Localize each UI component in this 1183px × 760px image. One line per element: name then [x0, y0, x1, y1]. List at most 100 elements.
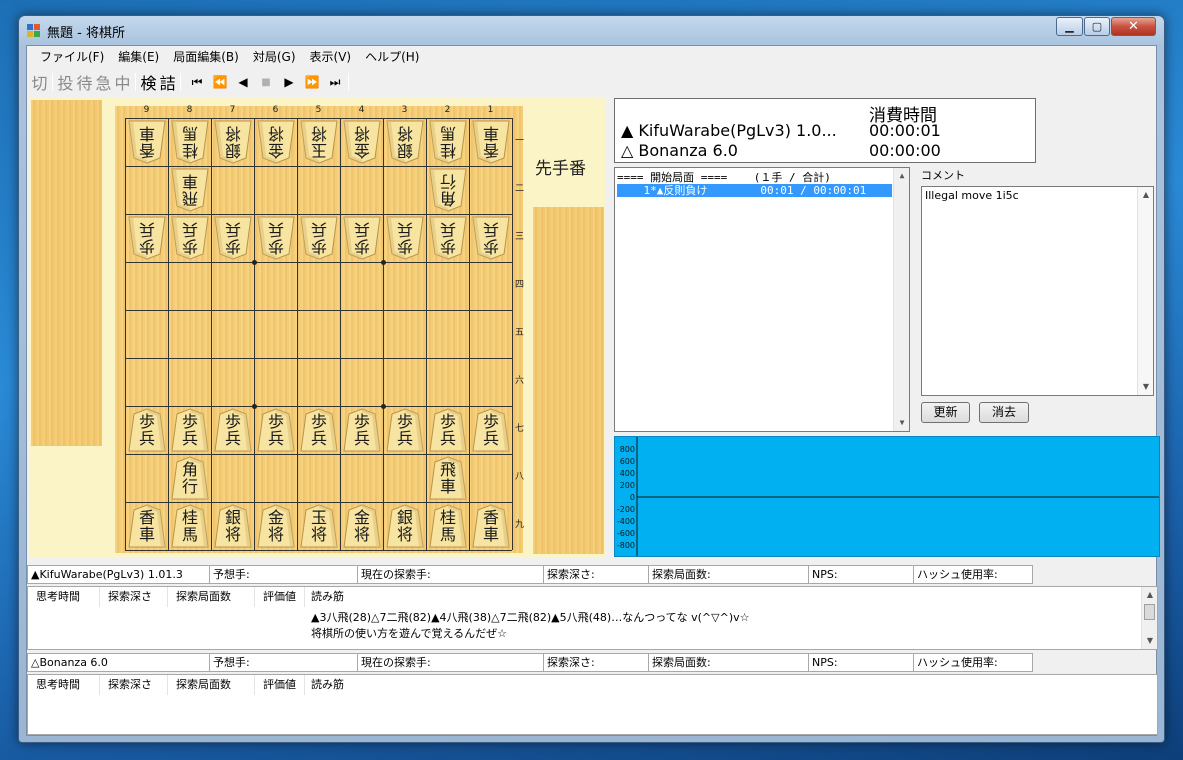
engine2-log[interactable]: 思考時間 探索深さ 探索局面数 評価値 読み筋	[27, 674, 1158, 735]
shogi-piece[interactable]: 歩兵	[214, 408, 252, 452]
graph-y-tick-label: 200	[619, 481, 635, 490]
col-pv[interactable]: 読み筋	[305, 587, 385, 607]
shogi-piece[interactable]: 銀将	[386, 120, 424, 164]
scroll-up-icon[interactable]: ▲	[1142, 587, 1158, 603]
kifu-header-row[interactable]: ==== 開始局面 ==== (１手 / 合計)	[617, 171, 892, 184]
kifu-move-row[interactable]: 1*▲反則負け 00:01 / 00:00:01	[617, 184, 892, 197]
interrupt-button[interactable]: 中	[113, 70, 132, 94]
shogi-piece[interactable]: 桂馬	[429, 120, 467, 164]
comment-textbox[interactable]: Illegal move 1i5c ▲ ▼	[921, 186, 1154, 396]
shogi-piece[interactable]: 歩兵	[386, 216, 424, 260]
shogi-piece[interactable]: 桂馬	[429, 504, 467, 548]
shogi-piece[interactable]: 歩兵	[386, 408, 424, 452]
engine1-log[interactable]: 思考時間 探索深さ 探索局面数 評価値 読み筋 ▲3八飛(28)△7二飛(82)…	[27, 586, 1158, 650]
last-move-icon[interactable]: ⏭	[322, 75, 345, 90]
col-nodes[interactable]: 探索局面数	[168, 675, 255, 695]
shogi-piece[interactable]: 桂馬	[171, 504, 209, 548]
app-icon[interactable]	[27, 24, 41, 37]
engine1-log-scrollbar[interactable]: ▲ ▼	[1141, 587, 1157, 649]
shogi-piece[interactable]: 歩兵	[429, 216, 467, 260]
shogi-piece[interactable]: 歩兵	[472, 408, 510, 452]
col-think-time[interactable]: 思考時間	[28, 675, 100, 695]
shogi-piece[interactable]: 歩兵	[343, 408, 381, 452]
menu-position-edit[interactable]: 局面編集(B)	[166, 47, 246, 67]
menu-help[interactable]: ヘルプ(H)	[358, 47, 426, 67]
col-depth[interactable]: 探索深さ	[100, 587, 168, 607]
col-eval[interactable]: 評価値	[255, 587, 305, 607]
shogi-piece[interactable]: 香車	[128, 120, 166, 164]
shogi-piece[interactable]: 歩兵	[300, 216, 338, 260]
shogi-piece[interactable]: 角行	[171, 456, 209, 500]
shogi-piece[interactable]: 銀将	[214, 504, 252, 548]
shogi-piece[interactable]: 金将	[257, 504, 295, 548]
shogi-piece[interactable]: 金将	[343, 504, 381, 548]
shogi-piece[interactable]: 歩兵	[257, 216, 295, 260]
shogi-piece[interactable]: 歩兵	[300, 408, 338, 452]
sente-player-name: ▲ KifuWarabe(PgLv3) 1.0...	[621, 121, 837, 140]
minimize-button[interactable]: ▁	[1056, 17, 1083, 36]
update-comment-button[interactable]: 更新	[921, 402, 970, 423]
scroll-up-icon[interactable]: ▲	[894, 168, 910, 184]
shogi-piece[interactable]: 歩兵	[257, 408, 295, 452]
shogi-piece[interactable]: 桂馬	[171, 120, 209, 164]
col-nodes[interactable]: 探索局面数	[168, 587, 255, 607]
shogi-piece[interactable]: 飛車	[171, 168, 209, 212]
shogi-piece[interactable]: 歩兵	[472, 216, 510, 260]
first-move-icon[interactable]: ⏮	[184, 75, 207, 90]
shogi-board[interactable]: 987654321一二三四五六七八九香車桂馬銀将金将玉将金将銀将桂馬香車飛車角行…	[115, 105, 524, 553]
fast-forward-icon[interactable]: ⏩	[299, 75, 322, 89]
resign-button[interactable]: 投	[56, 70, 75, 94]
menu-view[interactable]: 表示(V)	[303, 47, 359, 67]
shogi-piece[interactable]: 玉将	[300, 504, 338, 548]
menu-edit[interactable]: 編集(E)	[111, 47, 166, 67]
scroll-down-icon[interactable]: ▼	[1142, 633, 1158, 649]
evaluation-graph[interactable]: 800 600 400 200 0 -200 -400 -600 -800	[614, 436, 1160, 557]
shogi-piece[interactable]: 歩兵	[128, 408, 166, 452]
scroll-down-icon[interactable]: ▼	[894, 415, 910, 431]
close-button[interactable]: ✕	[1111, 17, 1156, 36]
shogi-piece[interactable]: 歩兵	[128, 216, 166, 260]
hurry-button[interactable]: 急	[94, 70, 113, 94]
col-think-time[interactable]: 思考時間	[28, 587, 100, 607]
scroll-down-icon[interactable]: ▼	[1138, 379, 1154, 395]
toolbar-separator	[52, 73, 53, 91]
shogi-piece[interactable]: 金将	[343, 120, 381, 164]
shogi-piece[interactable]: 飛車	[429, 456, 467, 500]
scroll-up-icon[interactable]: ▲	[1138, 187, 1154, 203]
col-pv[interactable]: 読み筋	[305, 675, 385, 695]
engine2-info-bar: △Bonanza 6.0 予想手: 現在の探索手: 探索深さ: 探索局面数: N…	[27, 653, 1033, 672]
cut-button[interactable]: 切	[30, 70, 49, 94]
shogi-piece[interactable]: 角行	[429, 168, 467, 212]
shogi-piece[interactable]: 歩兵	[343, 216, 381, 260]
shogi-piece[interactable]: 玉将	[300, 120, 338, 164]
shogi-piece[interactable]: 銀将	[386, 504, 424, 548]
scroll-thumb[interactable]	[1144, 604, 1155, 620]
shogi-piece[interactable]: 金将	[257, 120, 295, 164]
col-eval[interactable]: 評価値	[255, 675, 305, 695]
clear-comment-button[interactable]: 消去	[979, 402, 1029, 423]
shogi-piece[interactable]: 歩兵	[171, 408, 209, 452]
rewind-icon[interactable]: ⏪	[207, 75, 230, 89]
shogi-piece[interactable]: 歩兵	[214, 216, 252, 260]
comment-scrollbar[interactable]: ▲ ▼	[1137, 187, 1153, 395]
shogi-piece[interactable]: 香車	[472, 504, 510, 548]
maximize-button[interactable]: ▢	[1084, 17, 1110, 36]
shogi-piece[interactable]: 歩兵	[171, 216, 209, 260]
analyze-button[interactable]: 検	[139, 70, 158, 94]
wait-button[interactable]: 待	[75, 70, 94, 94]
kifu-list[interactable]: ==== 開始局面 ==== (１手 / 合計) 1*▲反則負け 00:01 /…	[614, 167, 910, 432]
col-depth[interactable]: 探索深さ	[100, 675, 168, 695]
gote-piece-stand[interactable]	[31, 100, 102, 446]
tsume-button[interactable]: 詰	[158, 70, 177, 94]
shogi-piece[interactable]: 香車	[472, 120, 510, 164]
stop-icon[interactable]: ■	[253, 77, 276, 88]
kifu-scrollbar[interactable]: ▲ ▼	[893, 168, 909, 431]
sente-piece-stand[interactable]	[533, 207, 604, 554]
shogi-piece[interactable]: 香車	[128, 504, 166, 548]
shogi-piece[interactable]: 銀将	[214, 120, 252, 164]
shogi-piece[interactable]: 歩兵	[429, 408, 467, 452]
next-move-icon[interactable]: ▶	[276, 75, 299, 89]
menu-game[interactable]: 対局(G)	[246, 47, 303, 67]
prev-move-icon[interactable]: ◀	[230, 75, 253, 89]
menu-file[interactable]: ファイル(F)	[33, 47, 111, 67]
